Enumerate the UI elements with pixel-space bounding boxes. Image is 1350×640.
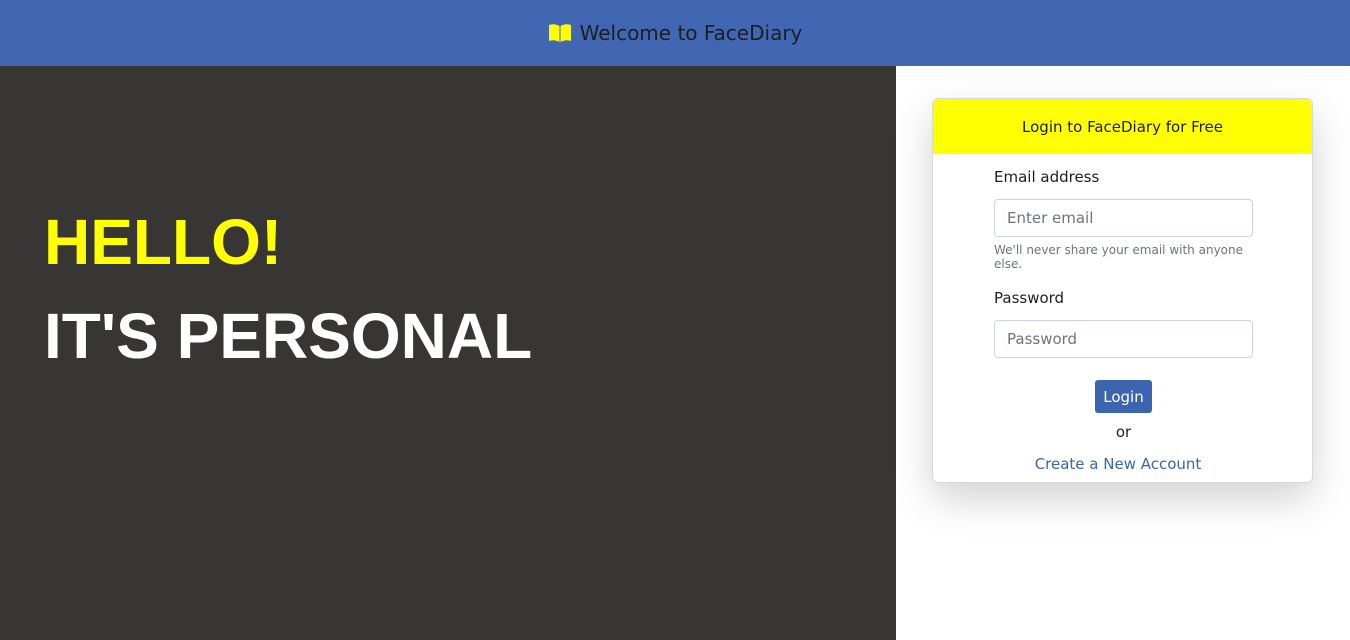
brand-title: Welcome to FaceDiary	[579, 21, 803, 45]
hero-tagline: IT'S PERSONAL	[44, 300, 533, 372]
login-card: Login to FaceDiary for Free Email addres…	[932, 98, 1313, 483]
login-form: Email address We'll never share your ema…	[933, 168, 1312, 473]
password-input[interactable]	[994, 320, 1253, 358]
hero-panel: HELLO! IT'S PERSONAL	[0, 66, 896, 640]
email-help-text: We'll never share your email with anyone…	[994, 243, 1243, 271]
open-book-icon	[548, 23, 572, 43]
password-label: Password	[994, 289, 1065, 307]
or-separator: or	[1115, 423, 1132, 441]
brand-link[interactable]: Welcome to FaceDiary	[548, 21, 803, 45]
login-button-row: Login	[994, 380, 1253, 413]
create-account-link[interactable]: Create a New Account	[933, 455, 1303, 473]
login-card-header: Login to FaceDiary for Free	[933, 99, 1312, 154]
hero-greeting: HELLO!	[44, 206, 283, 278]
login-panel: Login to FaceDiary for Free Email addres…	[896, 66, 1350, 640]
email-label: Email address	[994, 168, 1100, 186]
email-input[interactable]	[994, 199, 1253, 237]
login-button[interactable]: Login	[1095, 380, 1152, 413]
top-navbar: Welcome to FaceDiary	[0, 0, 1350, 66]
